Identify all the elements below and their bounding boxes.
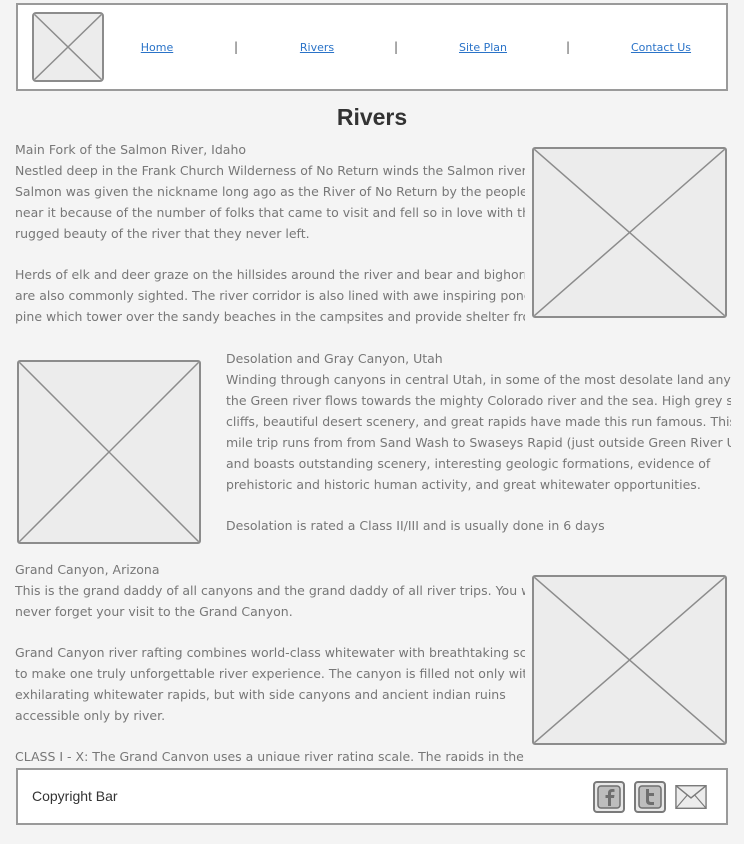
paragraph-line: never forget your visit to the Grand Can… [15, 604, 293, 619]
nav-site-plan-link[interactable]: Site Plan [459, 41, 507, 54]
paragraph-line: Grand Canyon river rafting combines worl… [15, 645, 525, 660]
grand-canyon-section: Grand Canyon, Arizona This is the grand d… [15, 559, 525, 761]
nav-home-link[interactable]: Home [141, 41, 173, 54]
site-footer: Copyright Bar [16, 768, 728, 825]
paragraph-line: Winding through canyons in central Utah,… [226, 372, 731, 387]
page-title: Rivers [336, 104, 408, 130]
paragraph-line: near it because of the number of folks t… [15, 205, 525, 220]
desolation-canyon-section: Desolation and Gray Canyon, Utah Winding … [226, 348, 731, 543]
section-heading: Main Fork of the Salmon River, Idaho [15, 142, 247, 157]
twitter-icon[interactable] [634, 781, 666, 813]
paragraph-line: accessible only by river. [15, 708, 166, 723]
paragraph-line: exhilarating whitewater rapids, but with… [15, 687, 506, 702]
paragraph-line: prehistoric and historic human activity,… [226, 477, 701, 492]
image-placeholder-icon [534, 149, 725, 316]
section-heading: Grand Canyon, Arizona [15, 562, 160, 577]
nav-separator: | [234, 40, 239, 54]
paragraph-line: to make one truly unforgettable river ex… [15, 666, 525, 681]
paragraph-line: the Green river flows towards the mighty… [226, 393, 731, 408]
paragraph-line: Salmon was given the nickname long ago a… [15, 184, 525, 199]
paragraph-line: Nestled deep in the Frank Church Wildern… [15, 163, 525, 178]
paragraph-line: pine which tower over the sandy beaches … [15, 309, 525, 324]
facebook-icon[interactable] [593, 781, 625, 813]
salmon-river-section: Main Fork of the Salmon River, Idaho Nest… [15, 139, 525, 334]
image-placeholder-icon [534, 577, 725, 743]
image-placeholder-icon [19, 362, 199, 542]
nav-contact-us-link[interactable]: Contact Us [631, 41, 691, 54]
section-heading: Desolation and Gray Canyon, Utah [226, 351, 443, 366]
desolation-canyon-image-placeholder [17, 360, 201, 544]
salmon-river-image-placeholder [532, 147, 727, 318]
paragraph-line: Desolation is rated a Class II/III and i… [226, 518, 605, 533]
paragraph-line: and boasts outstanding scenery, interest… [226, 456, 711, 471]
grand-canyon-image-placeholder [532, 575, 727, 745]
copyright-text: Copyright Bar [32, 788, 118, 804]
paragraph-line: Herds of elk and deer graze on the hills… [15, 267, 525, 282]
paragraph-line: mile trip runs from from Sand Wash to Sw… [226, 435, 731, 450]
logo-image-placeholder[interactable] [32, 12, 104, 82]
paragraph-line: cliffs, beautiful desert scenery, and gr… [226, 414, 731, 429]
nav-separator: | [566, 40, 571, 54]
paragraph-line: rugged beauty of the river that they nev… [15, 226, 310, 241]
nav-separator: | [394, 40, 399, 54]
nav-rivers-link[interactable]: Rivers [300, 41, 334, 54]
email-icon[interactable] [675, 781, 707, 813]
paragraph-line: CLASS I - X: The Grand Canyon uses a uni… [15, 749, 525, 761]
paragraph-line: This is the grand daddy of all canyons a… [15, 583, 525, 598]
paragraph-line: are also commonly sighted. The river cor… [15, 288, 525, 303]
image-placeholder-icon [34, 14, 102, 80]
site-header: Home | Rivers | Site Plan | Contact Us [16, 3, 728, 91]
